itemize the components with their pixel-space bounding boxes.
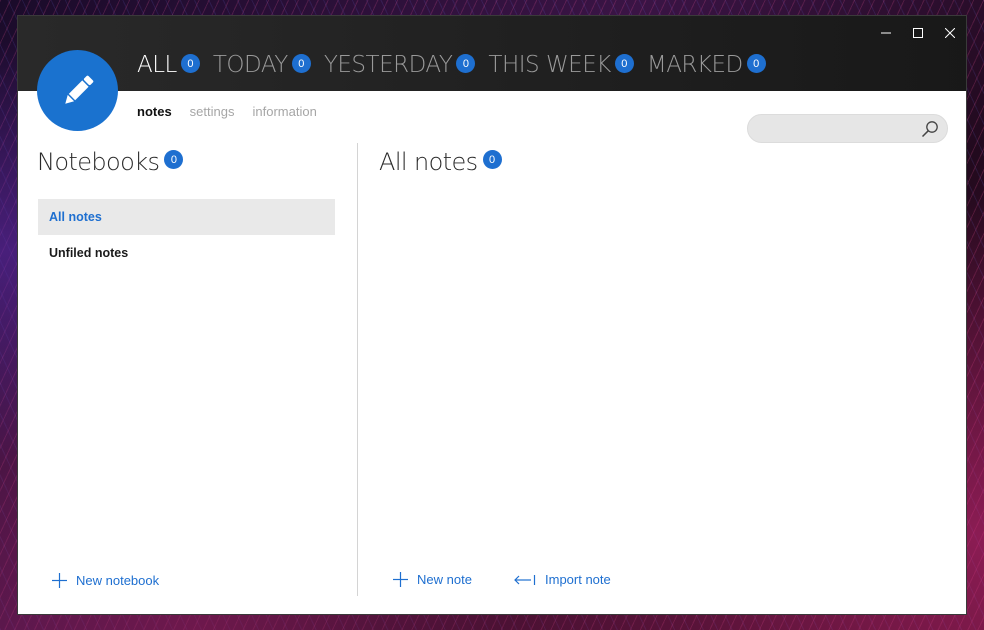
search-box xyxy=(747,114,948,143)
tab-label: THIS WEEK xyxy=(488,52,611,78)
minimize-icon xyxy=(881,32,891,34)
count-badge: 0 xyxy=(614,54,634,73)
app-window: ALL 0 TODAY 0 YESTERDAY 0 THIS WEEK 0 MA… xyxy=(17,15,967,615)
tab-this-week[interactable]: THIS WEEK 0 xyxy=(488,50,634,80)
count-badge: 0 xyxy=(746,54,766,73)
new-note-button[interactable]: New note xyxy=(393,572,472,587)
maximize-icon xyxy=(913,28,923,38)
close-button[interactable] xyxy=(934,16,966,50)
filter-tabs: ALL 0 TODAY 0 YESTERDAY 0 THIS WEEK 0 MA… xyxy=(137,50,779,80)
maximize-button[interactable] xyxy=(902,16,934,50)
pencil-icon xyxy=(64,75,93,104)
subnav-information[interactable]: information xyxy=(252,104,316,119)
plus-icon xyxy=(52,573,67,588)
notebook-item-unfiled-notes[interactable]: Unfiled notes xyxy=(38,235,335,271)
search-input[interactable] xyxy=(758,119,918,139)
new-note-label: New note xyxy=(417,572,472,587)
notebooks-count-badge: 0 xyxy=(164,150,184,169)
import-arrow-icon xyxy=(514,574,536,586)
app-logo xyxy=(37,50,118,131)
notes-heading: All notes 0 xyxy=(379,147,502,177)
notes-title: All notes xyxy=(379,148,478,176)
tab-label: MARKED xyxy=(646,52,743,78)
import-note-button[interactable]: Import note xyxy=(514,572,611,587)
count-badge: 0 xyxy=(180,54,200,73)
tab-yesterday[interactable]: YESTERDAY 0 xyxy=(324,50,476,80)
tab-all[interactable]: ALL 0 xyxy=(137,50,200,80)
new-notebook-label: New notebook xyxy=(76,573,160,588)
tab-marked[interactable]: MARKED 0 xyxy=(647,50,766,80)
minimize-button[interactable] xyxy=(870,16,902,50)
close-icon xyxy=(945,28,955,38)
new-notebook-button[interactable]: New notebook xyxy=(52,573,159,588)
subnav-settings[interactable]: settings xyxy=(190,104,235,119)
window-controls xyxy=(870,16,966,50)
subnav-notes[interactable]: notes xyxy=(137,104,172,119)
search-icon[interactable] xyxy=(921,120,939,143)
notes-count-badge: 0 xyxy=(482,150,502,169)
plus-icon xyxy=(393,572,408,587)
notebook-list: All notes Unfiled notes xyxy=(38,199,335,271)
tab-today[interactable]: TODAY 0 xyxy=(213,50,311,80)
title-bar: ALL 0 TODAY 0 YESTERDAY 0 THIS WEEK 0 MA… xyxy=(18,16,966,91)
tab-label: YESTERDAY xyxy=(323,52,453,78)
notebooks-heading: Notebooks 0 xyxy=(37,147,184,177)
notebooks-title: Notebooks xyxy=(37,148,160,176)
tab-label: ALL xyxy=(137,52,177,78)
count-badge: 0 xyxy=(456,54,476,73)
count-badge: 0 xyxy=(291,54,311,73)
column-divider xyxy=(357,143,358,596)
import-note-label: Import note xyxy=(545,572,611,587)
sub-navigation: notes settings information xyxy=(137,104,335,119)
tab-label: TODAY xyxy=(212,52,288,78)
notebook-item-all-notes[interactable]: All notes xyxy=(38,199,335,235)
